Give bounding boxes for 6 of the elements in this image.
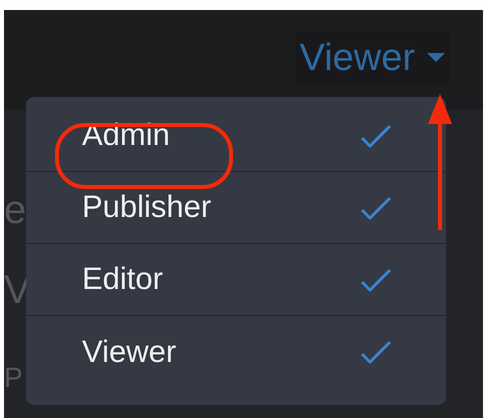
menu-item[interactable]: Editor xyxy=(26,244,446,316)
menu-item-label: Publisher xyxy=(82,188,212,226)
menu-item[interactable]: Viewer xyxy=(26,316,446,388)
menu-item-label: Editor xyxy=(82,260,163,298)
caret-icon xyxy=(427,53,445,63)
menu-item-label: Viewer xyxy=(82,332,176,371)
